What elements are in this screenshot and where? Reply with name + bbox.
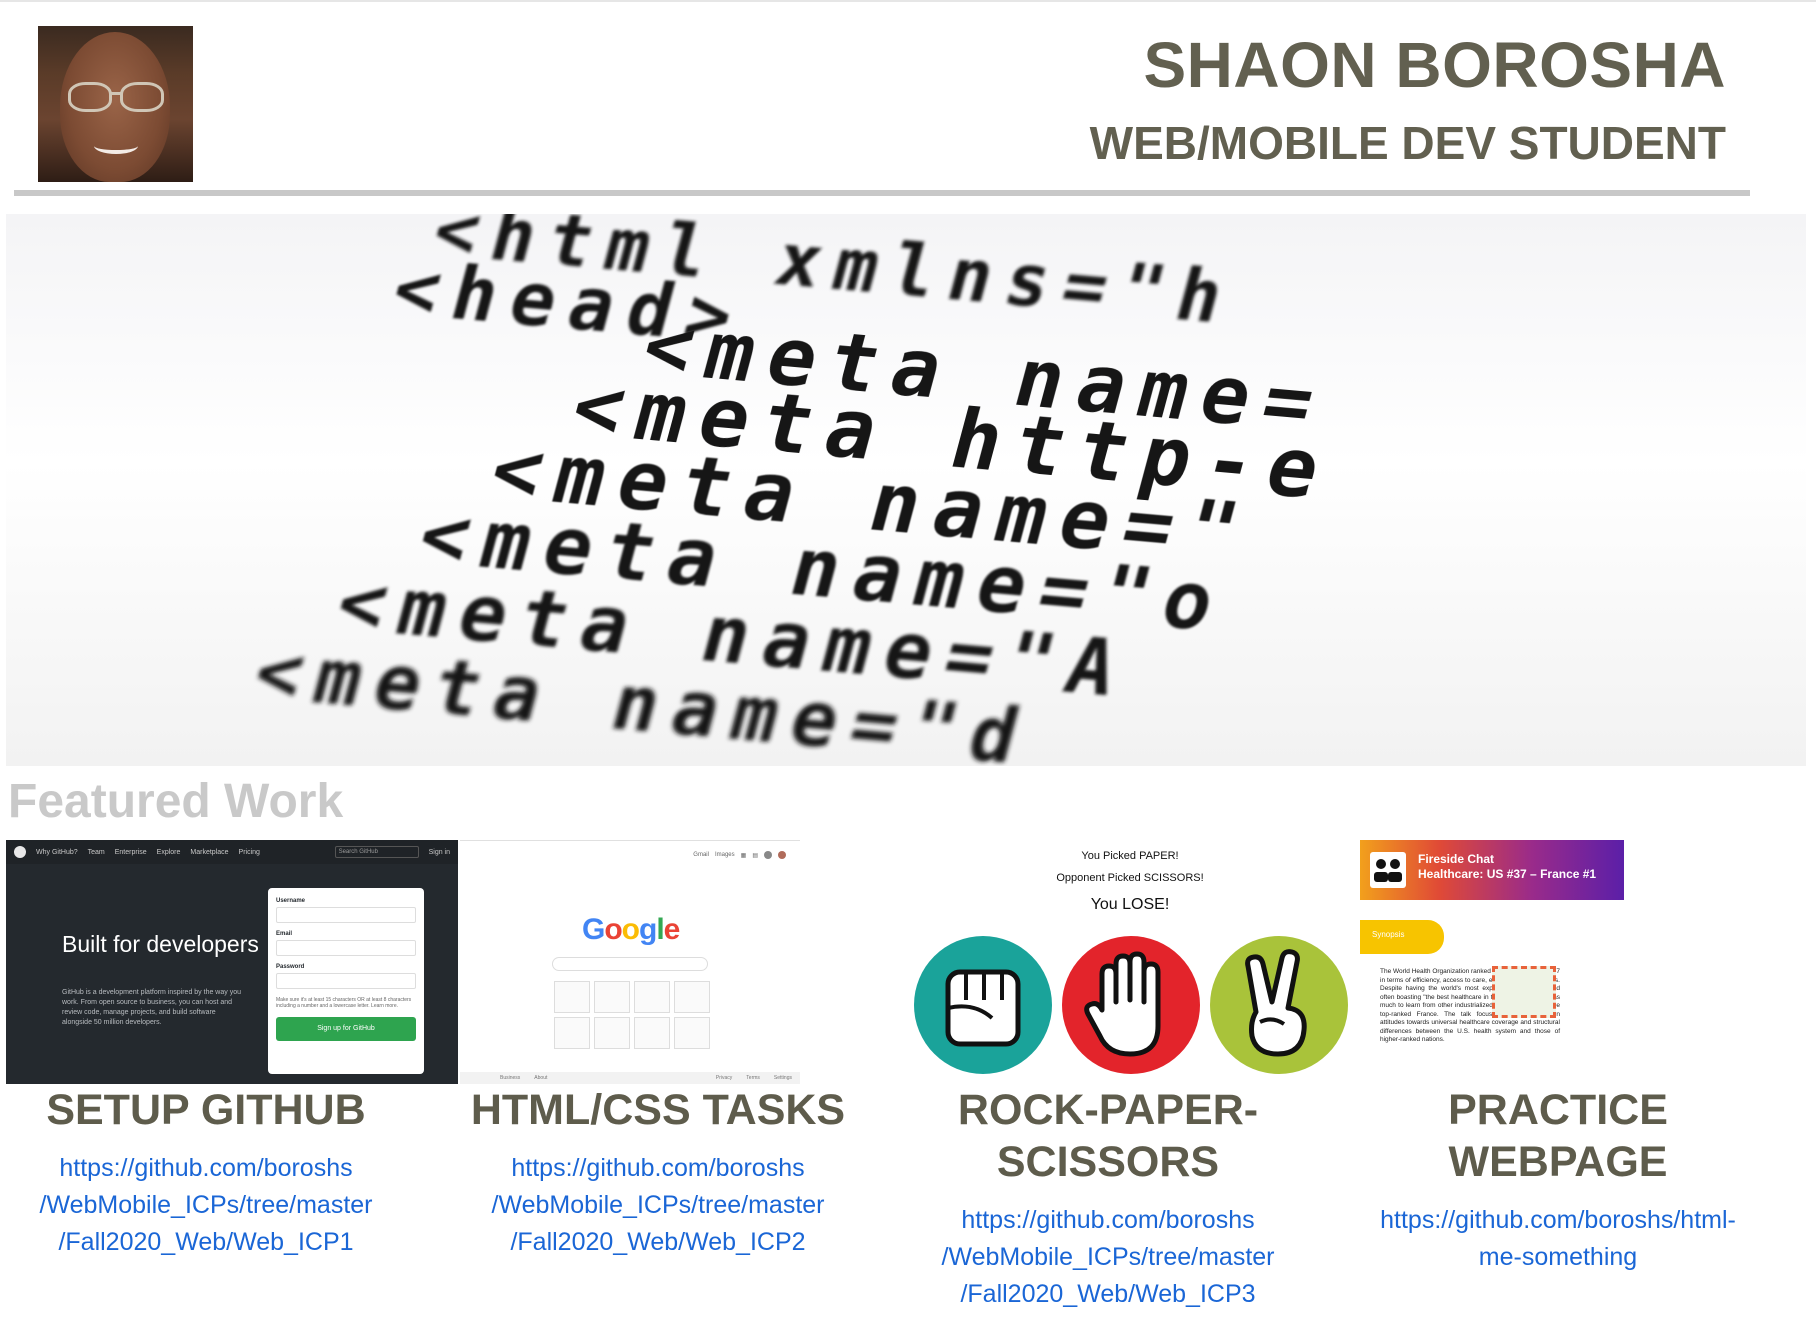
project-title: SETUP GITHUB xyxy=(46,1086,366,1134)
profile-role: WEB/MOBILE DEV STUDENT xyxy=(1089,117,1726,169)
footer-link: Settings xyxy=(773,1075,792,1081)
project-link[interactable]: https://github.com/boroshs /WebMobile_IC… xyxy=(6,1150,406,1261)
github-signup-form: Username Email Password Make sure it's a… xyxy=(268,888,424,1074)
nav-item: Why GitHub? xyxy=(36,848,78,856)
featured-work-heading: Featured Work xyxy=(8,775,344,828)
nav-item: Team xyxy=(87,848,105,856)
hero-code-banner: <html xmlns="h <head> <meta name= <meta htt… xyxy=(6,214,1806,766)
rps-game-thumbnail[interactable]: You Picked PAPER! Opponent Picked SCISSO… xyxy=(900,840,1360,1084)
practice-webpage-thumbnail[interactable]: Fireside Chat Healthcare: US #37 – Franc… xyxy=(1354,840,1634,1084)
synopsis-tab: Synopsis xyxy=(1360,920,1444,954)
password-hint: Make sure it's at least 15 characters OR… xyxy=(276,997,412,1009)
paper-icon xyxy=(1062,936,1200,1074)
chat-icon xyxy=(1370,852,1406,888)
banner-line1: Fireside Chat xyxy=(1418,852,1495,866)
project-link[interactable]: https://github.com/boroshs /WebMobile_IC… xyxy=(458,1150,858,1261)
you-picked-text: You Picked PAPER! xyxy=(1081,850,1179,862)
header-divider xyxy=(14,190,1750,196)
field-label: Password xyxy=(276,964,305,970)
github-signup-thumbnail[interactable]: Why GitHub? Team Enterprise Explore Mark… xyxy=(6,840,458,1084)
fireside-chat-banner: Fireside Chat Healthcare: US #37 – Franc… xyxy=(1360,840,1624,900)
apps-grid-icon: ▦ xyxy=(740,852,747,859)
github-search-field: Search GitHub xyxy=(334,846,419,858)
google-clone-thumbnail[interactable]: Gmail Images ▦ ▤ Google Business About P… xyxy=(460,840,800,1084)
gmail-link: Gmail xyxy=(693,852,709,858)
sign-in-link: Sign in xyxy=(428,848,450,856)
github-headline: Built for developers xyxy=(62,931,259,957)
top-border xyxy=(0,0,1816,2)
shortcut-tiles xyxy=(554,981,710,1049)
nav-item: Explore xyxy=(156,848,181,856)
password-field xyxy=(276,973,416,989)
nav-item: Marketplace xyxy=(190,848,229,856)
email-field xyxy=(276,940,416,956)
menu-icon: ▤ xyxy=(752,852,758,859)
account-icon xyxy=(764,851,772,859)
footer-link: Business xyxy=(500,1075,521,1081)
field-label: Email xyxy=(276,931,293,937)
footer-link: Privacy xyxy=(715,1075,733,1081)
footer-link: About xyxy=(534,1075,548,1081)
opponent-picked-text: Opponent Picked SCISSORS! xyxy=(1056,872,1204,884)
google-search-box xyxy=(552,957,708,971)
project-link[interactable]: https://github.com/boroshs /WebMobile_IC… xyxy=(908,1202,1308,1313)
project-link[interactable]: https://github.com/boroshs/html- me-some… xyxy=(1358,1202,1758,1276)
google-logo: Google xyxy=(582,913,680,946)
banner-line2: Healthcare: US #37 – France #1 xyxy=(1418,867,1597,881)
github-description: GitHub is a development platform inspire… xyxy=(62,989,241,1026)
github-nav: Why GitHub? Team Enterprise Explore Mark… xyxy=(6,840,458,864)
nav-item: Enterprise xyxy=(114,848,147,856)
project-title: PRACTICE WEBPAGE xyxy=(1448,1086,1668,1186)
profile-name: SHAON BOROSHA xyxy=(1143,29,1726,101)
result-text: You LOSE! xyxy=(1090,896,1170,913)
rock-icon xyxy=(914,936,1052,1074)
avatar xyxy=(778,851,786,859)
google-footer: Business About Privacy Terms Settings xyxy=(460,1072,800,1084)
profile-photo xyxy=(38,26,193,182)
nav-item: Pricing xyxy=(238,848,260,856)
money-image xyxy=(1492,966,1556,1018)
signup-button: Sign up for GitHub xyxy=(276,1017,416,1041)
field-label: Username xyxy=(276,898,306,904)
github-octocat-icon xyxy=(14,846,26,858)
google-top-links: Gmail Images ▦ ▤ xyxy=(693,851,786,859)
project-title: ROCK-PAPER- SCISSORS xyxy=(957,1086,1259,1186)
footer-link: Terms xyxy=(746,1075,760,1081)
project-title: HTML/CSS TASKS xyxy=(470,1086,846,1134)
username-field xyxy=(276,907,416,923)
scissors-icon xyxy=(1210,936,1348,1074)
images-link: Images xyxy=(714,852,735,858)
